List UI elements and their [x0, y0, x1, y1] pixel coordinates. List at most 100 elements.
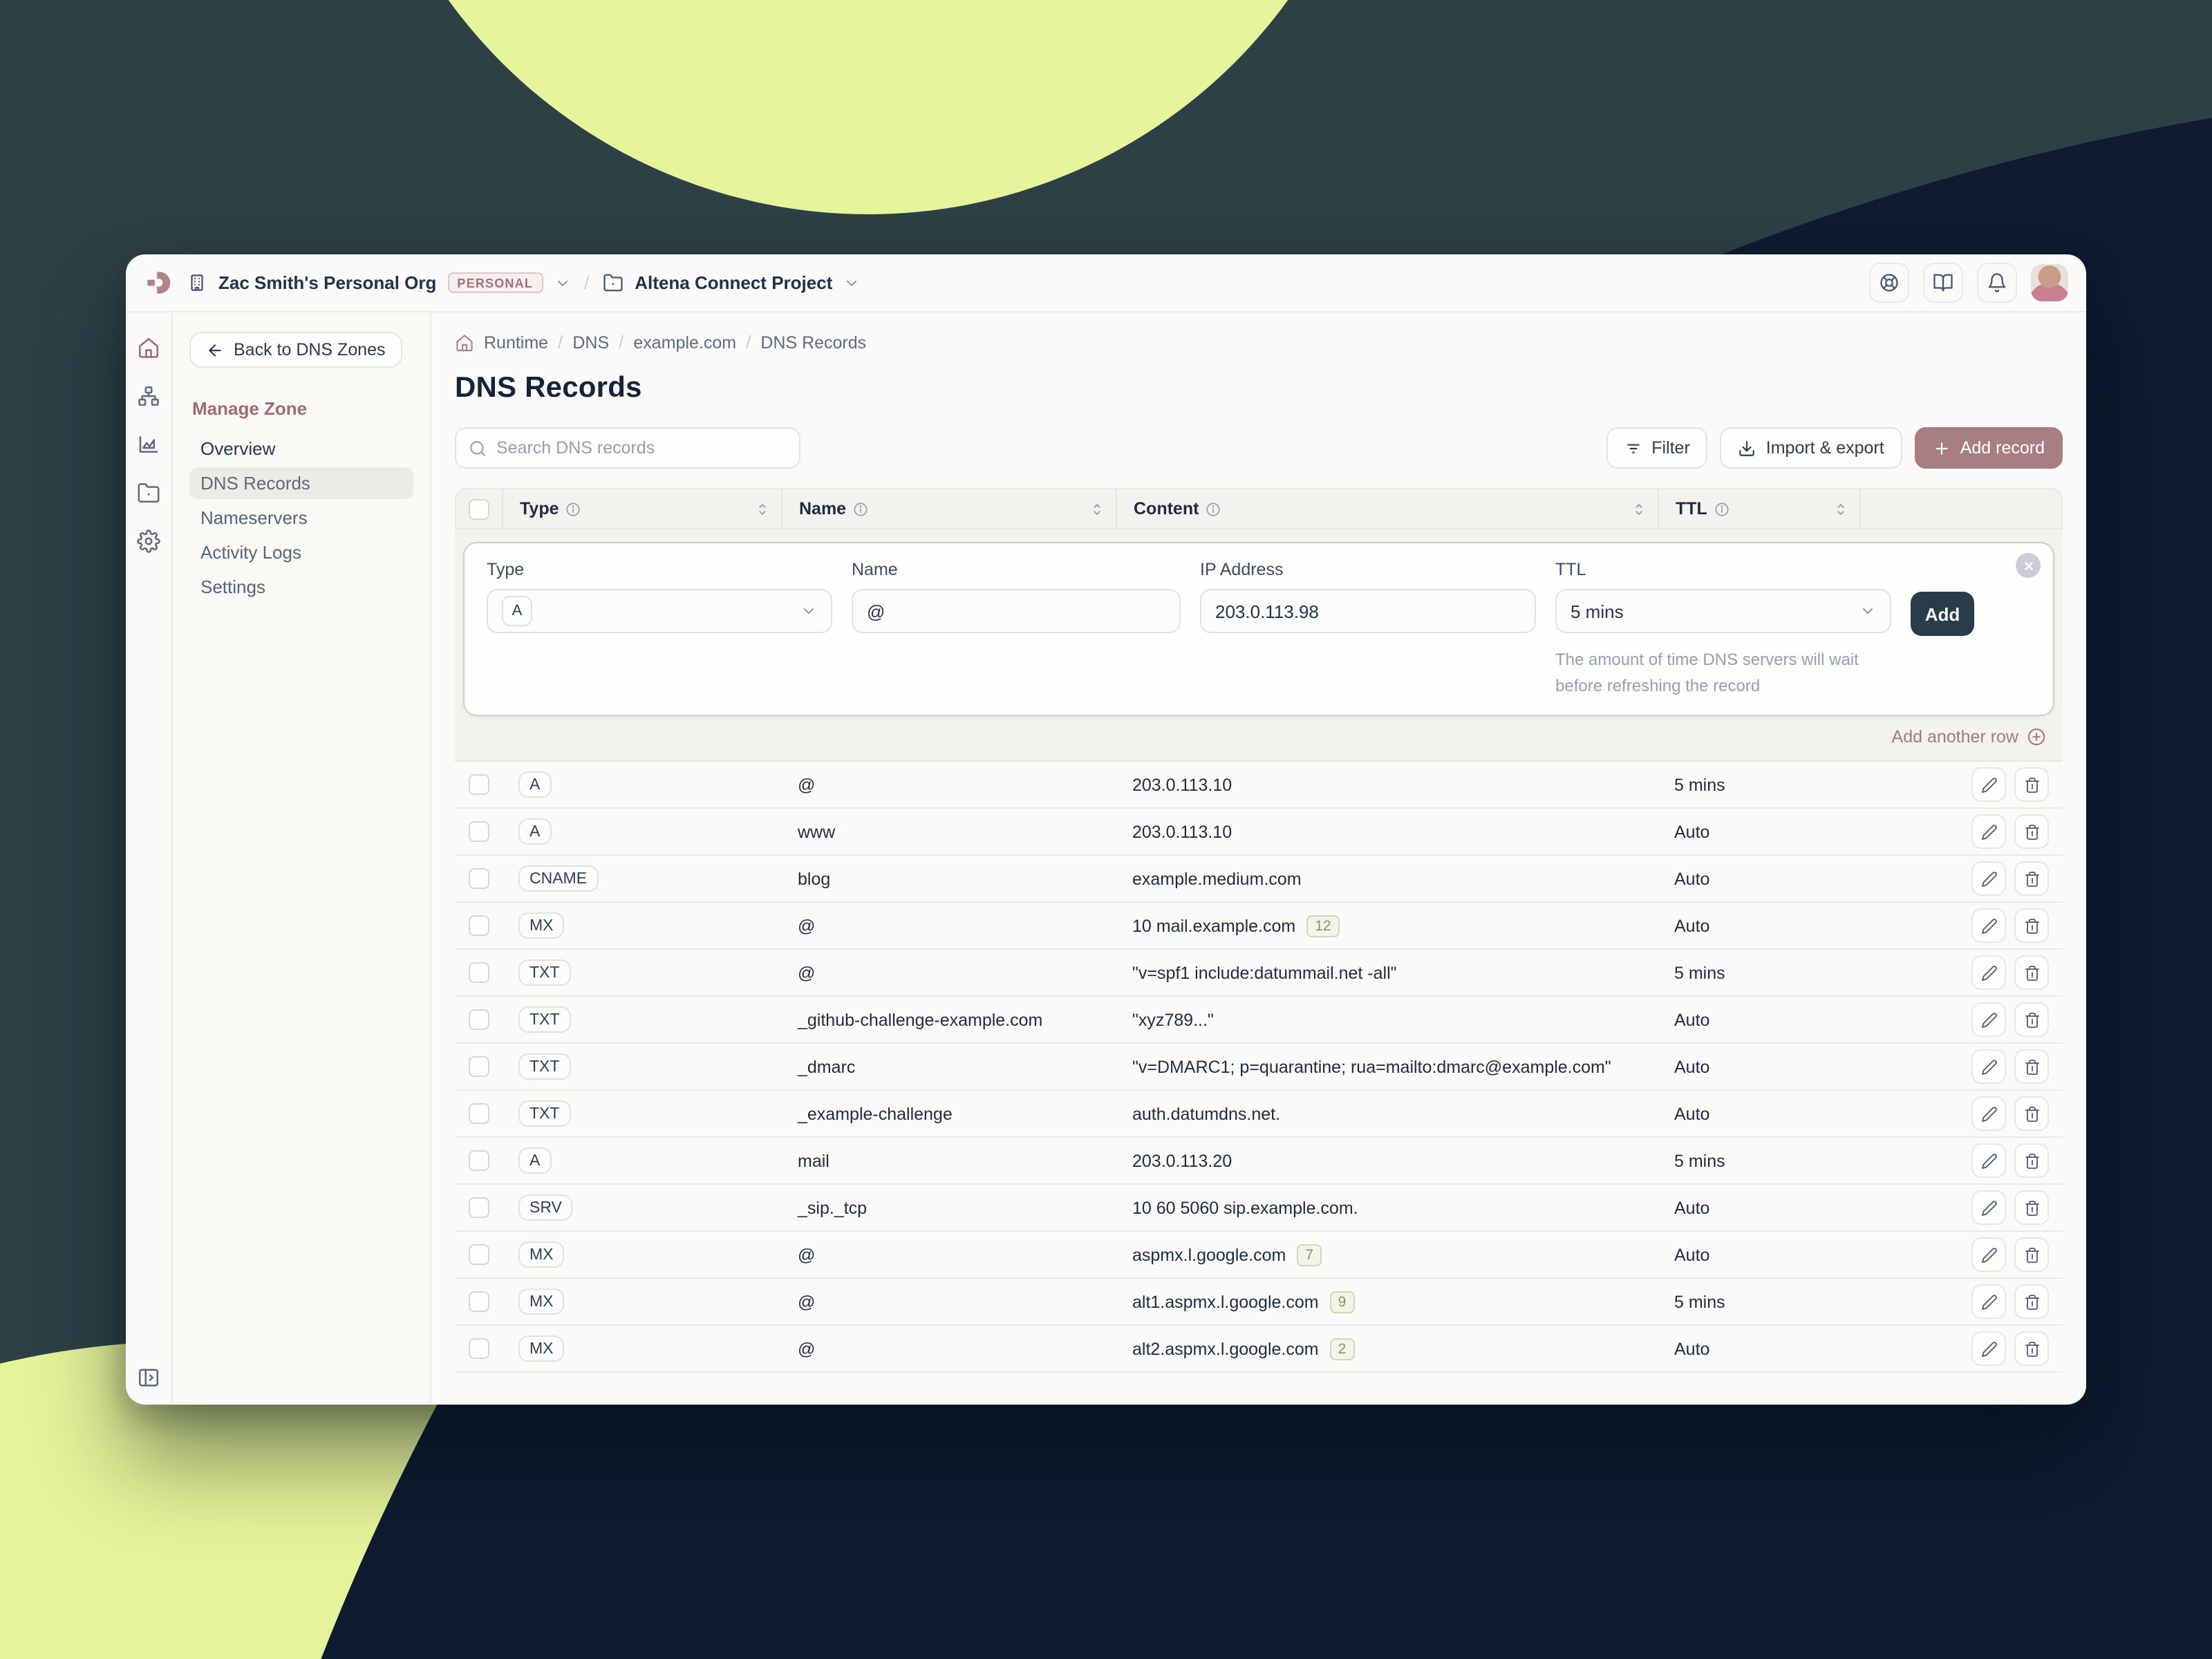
- project-name: Altena Connect Project: [635, 272, 832, 293]
- edit-record-button[interactable]: [1971, 861, 2006, 896]
- row-checkbox[interactable]: [468, 1103, 489, 1124]
- home-icon[interactable]: [133, 332, 164, 362]
- edit-record-button[interactable]: [1971, 955, 2006, 990]
- help-button[interactable]: [1869, 263, 1909, 303]
- delete-record-button[interactable]: [2014, 1284, 2049, 1319]
- type-field-label: Type: [487, 560, 832, 579]
- collapse-sidebar-icon[interactable]: [133, 1362, 164, 1392]
- sidebar-item-settings[interactable]: Settings: [189, 571, 413, 603]
- sidebar-item-activity-logs[interactable]: Activity Logs: [189, 536, 413, 568]
- sidebar-item-dns-records[interactable]: DNS Records: [189, 467, 413, 499]
- metrics-chart-icon[interactable]: [133, 429, 164, 459]
- plus-circle-icon: [2027, 727, 2046, 747]
- delete-record-button[interactable]: [2014, 861, 2049, 896]
- row-checkbox[interactable]: [468, 774, 489, 795]
- icon-rail: [126, 312, 173, 1403]
- pencil-icon: [1980, 1293, 1997, 1310]
- delete-record-button[interactable]: [2014, 908, 2049, 943]
- row-checkbox[interactable]: [468, 868, 489, 889]
- settings-gear-icon[interactable]: [133, 525, 164, 556]
- sort-icon[interactable]: [755, 501, 770, 516]
- column-header-name[interactable]: Name: [782, 489, 1117, 528]
- sort-icon[interactable]: [1833, 501, 1848, 516]
- docs-button[interactable]: [1923, 263, 1963, 303]
- select-all-checkbox[interactable]: [469, 498, 489, 519]
- delete-record-button[interactable]: [2014, 1096, 2049, 1131]
- table-row: SRV _sip._tcp 10 60 5060 sip.example.com…: [455, 1185, 2063, 1232]
- row-checkbox[interactable]: [468, 1056, 489, 1077]
- record-type-badge: MX: [518, 1335, 565, 1362]
- edit-record-button[interactable]: [1971, 1284, 2006, 1319]
- breadcrumb-item[interactable]: DNS Records: [760, 332, 866, 352]
- edit-record-button[interactable]: [1971, 814, 2006, 849]
- row-checkbox[interactable]: [468, 915, 489, 936]
- pencil-icon: [1980, 1199, 1997, 1216]
- user-avatar[interactable]: [2031, 264, 2068, 301]
- breadcrumb-home-icon[interactable]: [455, 332, 474, 352]
- name-field[interactable]: [852, 589, 1181, 633]
- breadcrumb-item[interactable]: DNS: [572, 332, 609, 352]
- sort-icon[interactable]: [1089, 501, 1105, 516]
- sort-icon[interactable]: [1631, 501, 1647, 516]
- delete-record-button[interactable]: [2014, 1049, 2049, 1084]
- sidebar-item-overview[interactable]: Overview: [189, 433, 413, 465]
- delete-record-button[interactable]: [2014, 1190, 2049, 1225]
- row-checkbox[interactable]: [468, 821, 489, 842]
- row-checkbox[interactable]: [468, 962, 489, 983]
- delete-record-button[interactable]: [2014, 1331, 2049, 1366]
- add-button[interactable]: Add: [1911, 592, 1974, 636]
- type-select[interactable]: A: [487, 589, 832, 633]
- ip-address-field[interactable]: [1200, 589, 1536, 633]
- search-input-wrapper: [455, 427, 800, 469]
- back-to-dns-zones-button[interactable]: Back to DNS Zones: [189, 332, 402, 368]
- row-checkbox[interactable]: [468, 1244, 489, 1265]
- breadcrumb: Runtime / DNS / example.com / DNS Record…: [455, 332, 2063, 353]
- breadcrumb-item[interactable]: example.com: [633, 332, 736, 352]
- breadcrumb-item[interactable]: Runtime: [484, 332, 548, 352]
- column-header-type[interactable]: Type: [503, 489, 782, 528]
- add-record-button[interactable]: Add record: [1915, 427, 2063, 469]
- column-header-content[interactable]: Content: [1117, 489, 1659, 528]
- chevron-down-icon: [843, 274, 860, 291]
- row-checkbox[interactable]: [468, 1338, 489, 1359]
- edit-record-button[interactable]: [1971, 767, 2006, 802]
- edit-record-button[interactable]: [1971, 1237, 2006, 1272]
- projects-folder-icon[interactable]: [133, 477, 164, 507]
- sidebar-item-nameservers[interactable]: Nameservers: [189, 502, 413, 534]
- edit-record-button[interactable]: [1971, 1331, 2006, 1366]
- close-form-button[interactable]: [2016, 553, 2041, 578]
- notifications-button[interactable]: [1977, 263, 2017, 303]
- row-checkbox[interactable]: [468, 1150, 489, 1171]
- column-header-ttl[interactable]: TTL: [1659, 489, 1861, 528]
- delete-record-button[interactable]: [2014, 1002, 2049, 1037]
- org-name: Zac Smith's Personal Org: [218, 272, 436, 293]
- record-name: mail: [798, 1151, 830, 1170]
- filter-button[interactable]: Filter: [1606, 427, 1708, 469]
- add-another-row-link[interactable]: Add another row: [463, 716, 2054, 752]
- edit-record-button[interactable]: [1971, 1143, 2006, 1178]
- import-export-button[interactable]: Import & export: [1721, 427, 1902, 469]
- record-content: alt1.aspmx.l.google.com: [1132, 1292, 1319, 1311]
- ttl-select[interactable]: 5 mins: [1555, 589, 1891, 633]
- edit-record-button[interactable]: [1971, 908, 2006, 943]
- sitemap-icon[interactable]: [133, 380, 164, 411]
- delete-record-button[interactable]: [2014, 1237, 2049, 1272]
- edit-record-button[interactable]: [1971, 1049, 2006, 1084]
- row-checkbox[interactable]: [468, 1291, 489, 1312]
- info-icon: [1714, 501, 1730, 516]
- priority-badge: 7: [1297, 1244, 1322, 1266]
- row-checkbox[interactable]: [468, 1197, 489, 1218]
- delete-record-button[interactable]: [2014, 814, 2049, 849]
- delete-record-button[interactable]: [2014, 1143, 2049, 1178]
- back-button-label: Back to DNS Zones: [234, 340, 386, 359]
- search-input[interactable]: [496, 438, 787, 458]
- row-checkbox[interactable]: [468, 1009, 489, 1030]
- edit-record-button[interactable]: [1971, 1002, 2006, 1037]
- org-switcher[interactable]: Zac Smith's Personal Org PERSONAL: [187, 272, 570, 293]
- delete-record-button[interactable]: [2014, 767, 2049, 802]
- delete-record-button[interactable]: [2014, 955, 2049, 990]
- table-row: TXT _github-challenge-example.com "xyz78…: [455, 997, 2063, 1044]
- edit-record-button[interactable]: [1971, 1190, 2006, 1225]
- project-switcher[interactable]: Altena Connect Project: [603, 272, 860, 293]
- edit-record-button[interactable]: [1971, 1096, 2006, 1131]
